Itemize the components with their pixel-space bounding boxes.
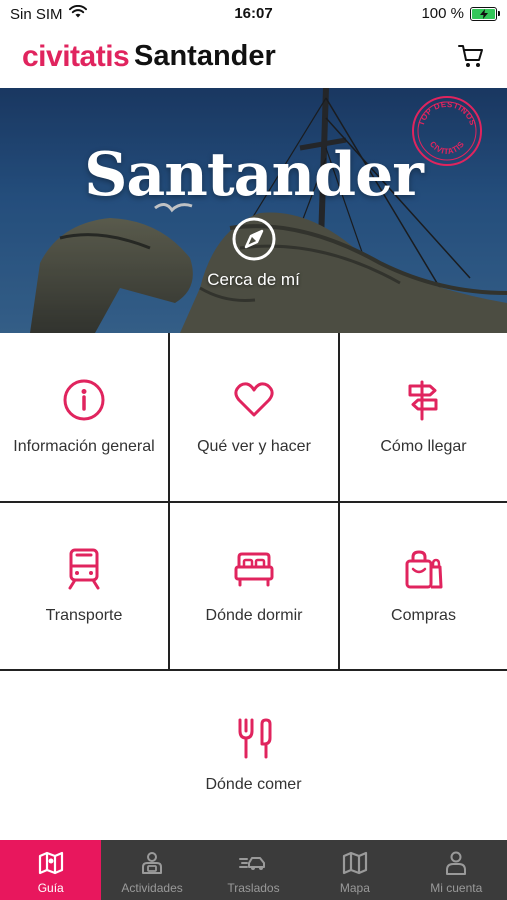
tile-donde-dormir[interactable]: Dónde dormir bbox=[170, 503, 338, 669]
wifi-icon bbox=[68, 4, 87, 23]
grid-divider bbox=[0, 501, 507, 503]
civitatis-logo[interactable]: civitatis bbox=[22, 40, 130, 74]
user-icon bbox=[446, 851, 467, 875]
battery-percent: 100 % bbox=[421, 5, 464, 22]
map-icon bbox=[342, 851, 367, 875]
fork-knife-icon bbox=[238, 718, 271, 758]
activities-icon bbox=[142, 852, 163, 874]
tab-mapa[interactable]: Mapa bbox=[304, 840, 405, 900]
tile-label: Transporte bbox=[45, 607, 123, 624]
carrier-label: Sin SIM bbox=[10, 5, 63, 23]
tab-bar: Guía Actividades Traslados Mapa Mi cuent… bbox=[0, 840, 507, 900]
bed-icon bbox=[234, 552, 274, 587]
category-grid: Información general Qué ver y hacer Cómo… bbox=[0, 333, 507, 838]
tile-label: Dónde comer bbox=[205, 775, 302, 793]
near-me-button[interactable]: Cerca de mí bbox=[0, 216, 507, 290]
svg-text:CIVITATIS: CIVITATIS bbox=[428, 140, 466, 157]
battery-icon bbox=[470, 6, 500, 21]
tile-compras[interactable]: Compras bbox=[340, 503, 507, 669]
tile-label: Compras bbox=[391, 607, 456, 624]
tab-mi-cuenta[interactable]: Mi cuenta bbox=[406, 840, 507, 900]
tab-label: Traslados bbox=[227, 881, 280, 895]
tab-actividades[interactable]: Actividades bbox=[101, 840, 202, 900]
tab-label: Guía bbox=[37, 881, 64, 895]
tab-traslados[interactable]: Traslados bbox=[203, 840, 304, 900]
tile-label: Dónde dormir bbox=[205, 607, 303, 624]
badge-bottom-text: CIVITATIS bbox=[428, 140, 466, 157]
cart-button[interactable] bbox=[457, 42, 485, 70]
heart-icon bbox=[234, 382, 274, 417]
signpost-icon bbox=[408, 380, 437, 421]
status-left: Sin SIM bbox=[10, 4, 87, 23]
grid-divider bbox=[0, 669, 507, 671]
status-bar: Sin SIM 16:07 100 % bbox=[0, 0, 507, 28]
tile-label: Información general bbox=[13, 438, 155, 455]
hero-banner: Santander Cerca de mí TOP DESTINOS CIVIT… bbox=[0, 88, 507, 333]
tile-label: Cómo llegar bbox=[380, 438, 467, 455]
info-icon bbox=[63, 379, 105, 421]
tile-que-ver-y-hacer[interactable]: Qué ver y hacer bbox=[170, 333, 338, 501]
tab-label: Actividades bbox=[121, 881, 183, 895]
tile-label: Qué ver y hacer bbox=[197, 438, 311, 455]
battery-fill bbox=[472, 8, 495, 19]
app-header: civitatis Santander bbox=[0, 28, 507, 88]
cart-icon bbox=[458, 45, 483, 67]
tab-label: Mi cuenta bbox=[430, 881, 483, 895]
shopping-bags-icon bbox=[405, 550, 442, 589]
tile-como-llegar[interactable]: Cómo llegar bbox=[340, 333, 507, 501]
near-me-label: Cerca de mí bbox=[207, 270, 300, 289]
tab-guia[interactable]: Guía bbox=[0, 840, 102, 900]
top-destinos-badge: TOP DESTINOS CIVITATIS bbox=[412, 96, 482, 166]
status-right: 100 % bbox=[421, 5, 500, 22]
transfer-car-icon bbox=[239, 857, 266, 870]
tile-donde-comer[interactable]: Dónde comer bbox=[0, 671, 507, 838]
tab-label: Mapa bbox=[339, 881, 370, 895]
page-title: Santander bbox=[134, 40, 276, 72]
compass-icon bbox=[232, 217, 275, 261]
map-guide-icon bbox=[38, 851, 63, 875]
tile-informacion-general[interactable]: Información general bbox=[0, 333, 168, 501]
tile-transporte[interactable]: Transporte bbox=[0, 503, 168, 669]
train-icon bbox=[68, 548, 100, 590]
